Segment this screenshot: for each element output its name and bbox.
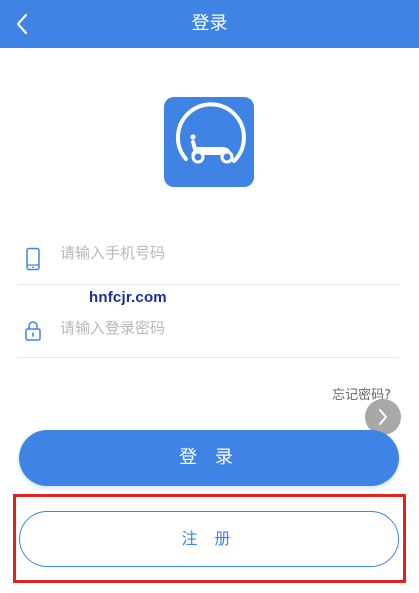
watermark-text: hnfcjr.com [89, 289, 167, 306]
password-field [18, 305, 399, 358]
scooter-icon [175, 102, 246, 164]
app-logo [164, 97, 254, 187]
lock-icon [25, 321, 41, 341]
chevron-right-icon [379, 409, 387, 425]
login-button[interactable]: 登 录 [19, 430, 399, 486]
phone-input[interactable] [60, 233, 390, 273]
phone-icon [26, 247, 40, 270]
password-input[interactable] [60, 305, 390, 351]
top-navigation-bar: 登录 [0, 0, 419, 48]
phone-field [18, 233, 399, 285]
register-button[interactable]: 注 册 [19, 511, 399, 567]
page-title: 登录 [191, 13, 228, 34]
